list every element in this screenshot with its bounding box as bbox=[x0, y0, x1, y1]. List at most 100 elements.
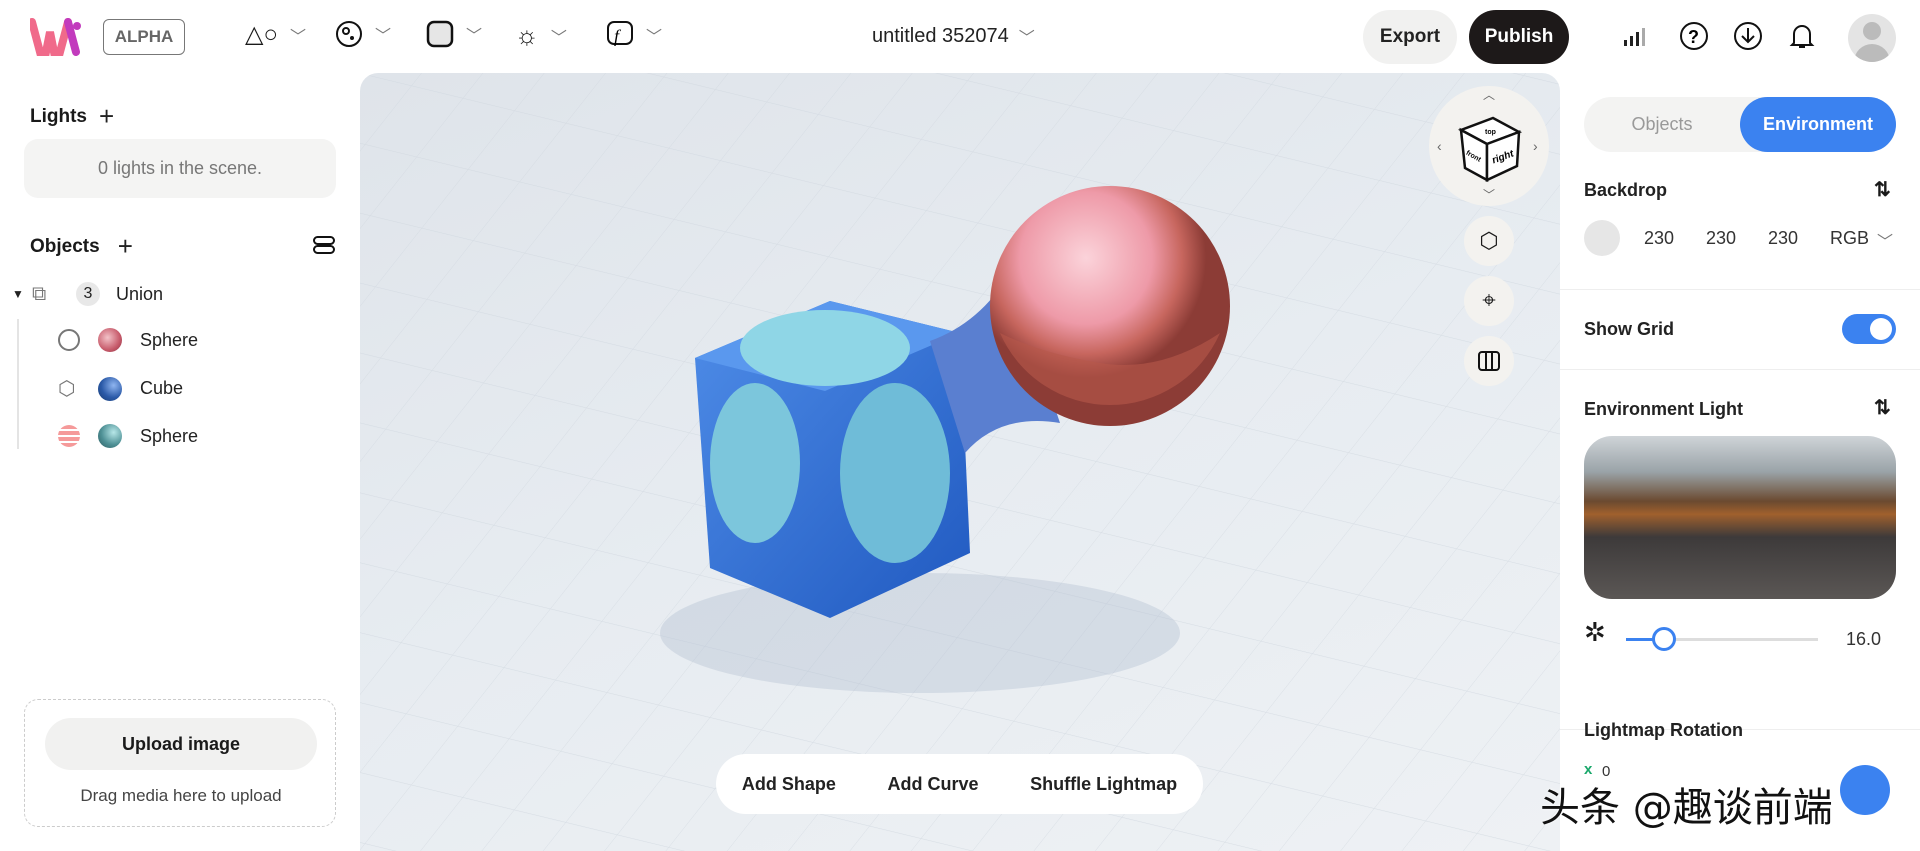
rotate-right-icon[interactable]: › bbox=[1533, 138, 1538, 154]
union-label: Union bbox=[116, 283, 164, 304]
tree-item-sphere[interactable]: Sphere bbox=[58, 328, 198, 352]
backdrop-g[interactable]: 230 bbox=[1706, 228, 1736, 249]
tab-environment[interactable]: Environment bbox=[1740, 97, 1896, 152]
export-button[interactable]: Export bbox=[1363, 10, 1457, 64]
swap-icon[interactable]: ⇅ bbox=[1874, 395, 1891, 420]
environment-map-preview[interactable] bbox=[1584, 436, 1896, 599]
swap-icon[interactable]: ⇅ bbox=[1874, 177, 1891, 202]
layers-icon[interactable] bbox=[312, 235, 336, 255]
app-logo[interactable] bbox=[30, 18, 84, 56]
item-label: Sphere bbox=[140, 329, 199, 350]
shapes-icon: △○ bbox=[245, 21, 278, 48]
backdrop-label: Backdrop bbox=[1584, 180, 1668, 200]
striped-sphere-icon bbox=[58, 425, 80, 447]
add-shape-button[interactable]: Add Shape bbox=[742, 774, 836, 795]
item-label: Sphere bbox=[140, 425, 199, 446]
tree-item-cube[interactable]: ⬡ Cube bbox=[58, 376, 183, 401]
backdrop-r[interactable]: 230 bbox=[1644, 228, 1674, 249]
divider bbox=[1560, 289, 1920, 290]
bottom-toolbar: Add Shape Add Curve Shuffle Lightmap bbox=[716, 754, 1203, 814]
shuffle-lightmap-button[interactable]: Shuffle Lightmap bbox=[1030, 774, 1177, 795]
environment-light-label: Environment Light bbox=[1584, 399, 1743, 419]
chevron-down-icon: ﹀ bbox=[1877, 234, 1894, 251]
slider-thumb[interactable] bbox=[1652, 627, 1676, 651]
face-top-label: top bbox=[1485, 129, 1496, 136]
add-curve-button[interactable]: Add Curve bbox=[888, 774, 979, 795]
3d-viewport[interactable]: ︿ ﹀ ‹ › top front right ⬡ ⌖ Add Shape Add … bbox=[360, 73, 1560, 851]
split-view-button[interactable] bbox=[1464, 336, 1514, 386]
material-swatch bbox=[98, 424, 122, 448]
child-count-badge: 3 bbox=[76, 282, 100, 306]
add-object-icon[interactable]: + bbox=[118, 231, 133, 262]
union-icon: ⧉ bbox=[32, 282, 47, 305]
function-icon: f bbox=[607, 21, 633, 46]
rotate-left-icon[interactable]: ‹ bbox=[1437, 138, 1442, 154]
lights-empty-state: 0 lights in the scene. bbox=[24, 139, 336, 198]
focus-button[interactable]: ⌖ bbox=[1464, 276, 1514, 326]
upload-hint: Drag media here to upload bbox=[80, 786, 282, 805]
shapes-menu[interactable]: △○ ﹀ bbox=[245, 20, 306, 49]
material-menu[interactable]: ﹀ bbox=[335, 20, 391, 48]
help-icon[interactable]: ? bbox=[1678, 20, 1710, 52]
show-grid-toggle[interactable] bbox=[1842, 314, 1896, 344]
intensity-value[interactable]: 16.0 bbox=[1846, 629, 1881, 650]
item-label: Cube bbox=[140, 378, 184, 398]
bell-icon[interactable] bbox=[1786, 20, 1818, 52]
backdrop-menu[interactable]: ﹀ bbox=[426, 20, 482, 48]
sun-icon: ☼ bbox=[515, 20, 539, 50]
crosshair-icon: ⌖ bbox=[1482, 287, 1496, 314]
chevron-down-icon: ﹀ bbox=[375, 28, 392, 45]
add-light-icon[interactable]: + bbox=[99, 101, 114, 132]
tree-item-sphere[interactable]: Sphere bbox=[58, 424, 198, 448]
shadow bbox=[660, 573, 1180, 693]
color-mode-value: RGB bbox=[1830, 228, 1870, 248]
alpha-badge: ALPHA bbox=[103, 19, 185, 55]
objects-title: Objects bbox=[30, 235, 100, 257]
backdrop-color-swatch[interactable] bbox=[1584, 220, 1620, 256]
avatar[interactable] bbox=[1848, 14, 1896, 62]
watermark: 头条 @趣谈前端 bbox=[1540, 785, 1833, 831]
tree-item-union[interactable]: ▼ ⧉ 3 Union bbox=[12, 279, 163, 309]
cube-icon: ⬡ bbox=[58, 378, 76, 400]
show-grid-label: Show Grid bbox=[1584, 319, 1674, 339]
orientation-cube-icon[interactable]: topfront right bbox=[1457, 114, 1523, 184]
view-cube-gizmo[interactable]: ︿ ﹀ ‹ › top front right bbox=[1429, 86, 1549, 206]
download-icon[interactable] bbox=[1732, 20, 1764, 52]
light-menu[interactable]: ☼ ﹀ bbox=[515, 20, 567, 51]
svg-text:?: ? bbox=[1688, 27, 1699, 47]
material-swatch bbox=[98, 376, 122, 401]
chevron-down-icon: ﹀ bbox=[466, 28, 483, 45]
chevron-down-icon: ﹀ bbox=[646, 29, 663, 46]
rotation-dial[interactable] bbox=[1840, 765, 1890, 815]
upload-dropzone[interactable]: Upload image Drag media here to upload bbox=[24, 699, 336, 827]
brightness-icon: ✲ bbox=[1584, 617, 1606, 647]
right-panel: Objects Environment Backdrop ⇅ 230 230 2… bbox=[1560, 73, 1920, 851]
perspective-button[interactable]: ⬡ bbox=[1464, 216, 1514, 266]
columns-icon bbox=[1478, 351, 1500, 371]
intensity-slider[interactable] bbox=[1626, 627, 1818, 651]
divider bbox=[1560, 369, 1920, 370]
left-panel: Lights + 0 lights in the scene. Objects + … bbox=[0, 73, 350, 851]
rotate-up-icon[interactable]: ︿ bbox=[1483, 86, 1495, 103]
document-title[interactable]: untitled 352074 ﹀ bbox=[872, 24, 1035, 48]
backdrop-b[interactable]: 230 bbox=[1768, 228, 1798, 249]
publish-button[interactable]: Publish bbox=[1469, 10, 1569, 64]
rotate-down-icon[interactable]: ﹀ bbox=[1483, 186, 1495, 203]
expand-triangle-icon[interactable]: ▼ bbox=[12, 287, 32, 301]
chevron-down-icon: ﹀ bbox=[550, 29, 567, 47]
lights-title: Lights bbox=[30, 105, 87, 127]
chevron-down-icon: ﹀ bbox=[289, 28, 306, 46]
title-text: untitled 352074 bbox=[872, 24, 1009, 47]
function-menu[interactable]: f ﹀ bbox=[606, 20, 662, 50]
material-swatch bbox=[98, 328, 122, 352]
panel-tabs: Objects Environment bbox=[1584, 97, 1896, 152]
chevron-down-icon: ﹀ bbox=[1018, 30, 1035, 47]
upload-image-button[interactable]: Upload image bbox=[45, 718, 317, 770]
material-icon bbox=[336, 21, 362, 47]
scene-canvas[interactable] bbox=[360, 73, 1560, 851]
cube-icon: ⬡ bbox=[1479, 228, 1499, 253]
square-icon bbox=[426, 20, 454, 48]
tab-objects[interactable]: Objects bbox=[1584, 97, 1740, 152]
color-mode-select[interactable]: RGB ﹀ bbox=[1830, 228, 1893, 252]
lightmap-rotation-label: Lightmap Rotation bbox=[1584, 720, 1743, 740]
